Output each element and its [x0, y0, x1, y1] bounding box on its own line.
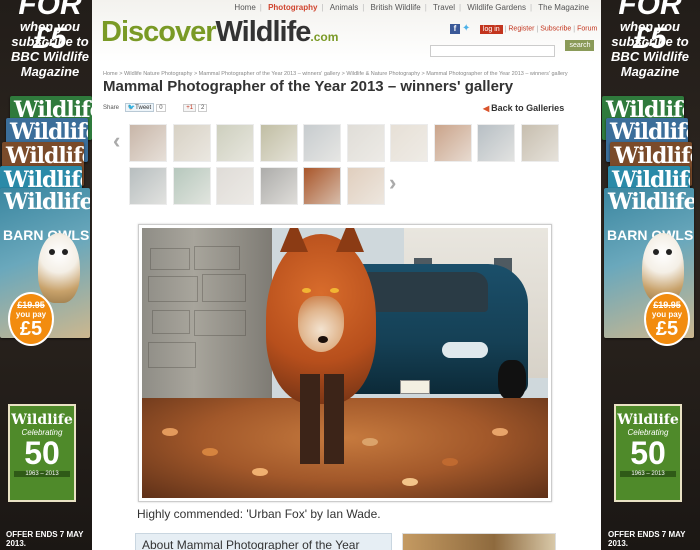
register-link[interactable]: Register [508, 26, 534, 33]
facebook-icon[interactable]: f [450, 24, 460, 34]
nav-british-wildlife[interactable]: British Wildlife [367, 3, 425, 12]
gallery-thumbnail[interactable] [303, 167, 341, 205]
next-thumbnails-arrow[interactable]: › [389, 170, 396, 196]
utility-links: f ✦ log in | Register | Subscribe | Foru… [450, 24, 597, 34]
site-logo[interactable]: DiscoverWildlife.com [101, 16, 338, 49]
gallery-thumbnail[interactable] [303, 124, 341, 162]
ad-line-1: when you [620, 19, 680, 34]
right-ad-banner[interactable]: FOR £5 when you subscribe to BBC Wildlif… [600, 0, 700, 550]
site-header: Home | Photography | Animals | British Wild… [92, 0, 601, 62]
offer-text: OFFER ENDS 7 MAY 2013. [608, 530, 686, 548]
gallery-thumbnail[interactable] [259, 167, 298, 205]
login-button[interactable]: log in [479, 24, 503, 34]
back-arrow-icon: ◀ [483, 104, 490, 113]
nav-travel[interactable]: Travel [429, 3, 459, 12]
autumn-leaves [142, 398, 548, 498]
fox-figure [266, 228, 376, 464]
thumbnail-strip [115, 124, 565, 208]
price-was: £19.95 [17, 300, 45, 310]
breadcrumb[interactable]: Home > Wildlife Nature Photography > Mam… [103, 71, 568, 77]
about-section-heading[interactable]: About Mammal Photographer of the Year [135, 533, 392, 550]
related-image[interactable] [402, 533, 556, 550]
gallery-thumbnail[interactable] [172, 124, 211, 162]
ad-line-4: Magazine [20, 64, 80, 79]
nav-home[interactable]: Home [230, 3, 259, 12]
offer-text: OFFER ENDS 7 MAY 2013. [6, 530, 84, 548]
photo-caption: Highly commended: 'Urban Fox' by Ian Wad… [137, 507, 381, 521]
page-title: Mammal Photographer of the Year 2013 – w… [103, 78, 514, 95]
ad-line-3: BBC Wildlife [11, 49, 89, 64]
gallery-thumbnail[interactable] [433, 124, 472, 162]
anniversary-number: 50 [24, 435, 60, 471]
anniversary-years: 1963 – 2013 [620, 471, 676, 477]
anniversary-title: Wildlife [11, 412, 73, 428]
logo-part-2: Wildlife [215, 16, 312, 48]
ad-line-2: subscribe to [611, 34, 689, 49]
nav-wildlife-gardens[interactable]: Wildlife Gardens [463, 3, 530, 12]
gallery-thumbnail[interactable] [172, 167, 211, 205]
gallery-thumbnail[interactable] [259, 124, 298, 162]
left-ad-banner[interactable]: FOR £5 when you subscribe to BBC Wildlif… [0, 0, 100, 550]
gallery-thumbnail[interactable] [129, 167, 167, 205]
search-button[interactable]: search [565, 40, 595, 51]
tweet-count: 0 [156, 104, 166, 112]
gplus-count: 2 [198, 104, 208, 112]
gallery-thumbnail[interactable] [129, 124, 167, 162]
gallery-thumbnail[interactable] [477, 124, 515, 162]
search-input[interactable] [430, 44, 555, 57]
nav-animals[interactable]: Animals [326, 3, 362, 12]
price-now: £5 [655, 318, 679, 340]
share-label: Share [103, 105, 120, 111]
nav-photography[interactable]: Photography [264, 3, 321, 12]
gallery-thumbnail[interactable] [520, 124, 559, 162]
price-badge: £19.95 you pay £5 [8, 292, 54, 346]
price-was: £19.95 [653, 300, 681, 310]
anniversary-title: Wildlife [617, 412, 679, 428]
nav-the-magazine[interactable]: The Magazine [534, 3, 593, 12]
back-link-label: Back to Galleries [491, 103, 565, 113]
tweet-button[interactable]: 🐦Tweet [124, 103, 155, 112]
back-to-galleries-link[interactable]: ◀ Back to Galleries [483, 103, 564, 113]
ad-line-1: when you [20, 19, 80, 34]
magazine-title: Wildlife [608, 189, 694, 215]
gallery-thumbnail[interactable] [390, 124, 428, 162]
owl-illustration [38, 233, 80, 303]
ad-line-2: subscribe to [11, 34, 89, 49]
gallery-thumbnail[interactable] [216, 124, 254, 162]
ad-line-4: Magazine [620, 64, 680, 79]
price-badge: £19.95 you pay £5 [644, 292, 690, 346]
anniversary-years: 1963 – 2013 [14, 471, 70, 477]
twitter-icon[interactable]: ✦ [462, 24, 474, 34]
license-plate [400, 380, 430, 394]
anniversary-badge: Wildlife Celebrating 50 1963 – 2013 [614, 404, 682, 502]
ad-line-3: BBC Wildlife [611, 49, 689, 64]
logo-part-3: .com [310, 30, 339, 44]
gallery-thumbnail[interactable] [346, 124, 385, 162]
price-now: £5 [19, 318, 43, 340]
main-page: Home | Photography | Animals | British Wild… [92, 0, 601, 550]
share-bar: Share 🐦Tweet 0 +1 2 [103, 103, 208, 112]
urban-fox-photo[interactable] [142, 228, 548, 498]
logo-part-1: Discover [101, 16, 217, 48]
search-bar: search [430, 40, 595, 58]
gallery-thumbnail[interactable] [216, 167, 254, 205]
main-photo-frame [138, 224, 552, 502]
anniversary-number: 50 [630, 435, 666, 471]
gallery-thumbnail[interactable] [346, 167, 385, 205]
anniversary-badge: Wildlife Celebrating 50 1963 – 2013 [8, 404, 76, 502]
subscribe-link[interactable]: Subscribe [540, 26, 571, 33]
tweet-label: Tweet [135, 105, 152, 111]
google-plus-button[interactable]: +1 [183, 104, 197, 112]
top-navigation: Home | Photography | Animals | British Wild… [230, 3, 593, 12]
magazine-title: Wildlife [4, 189, 90, 215]
forum-link[interactable]: Forum [577, 26, 597, 33]
